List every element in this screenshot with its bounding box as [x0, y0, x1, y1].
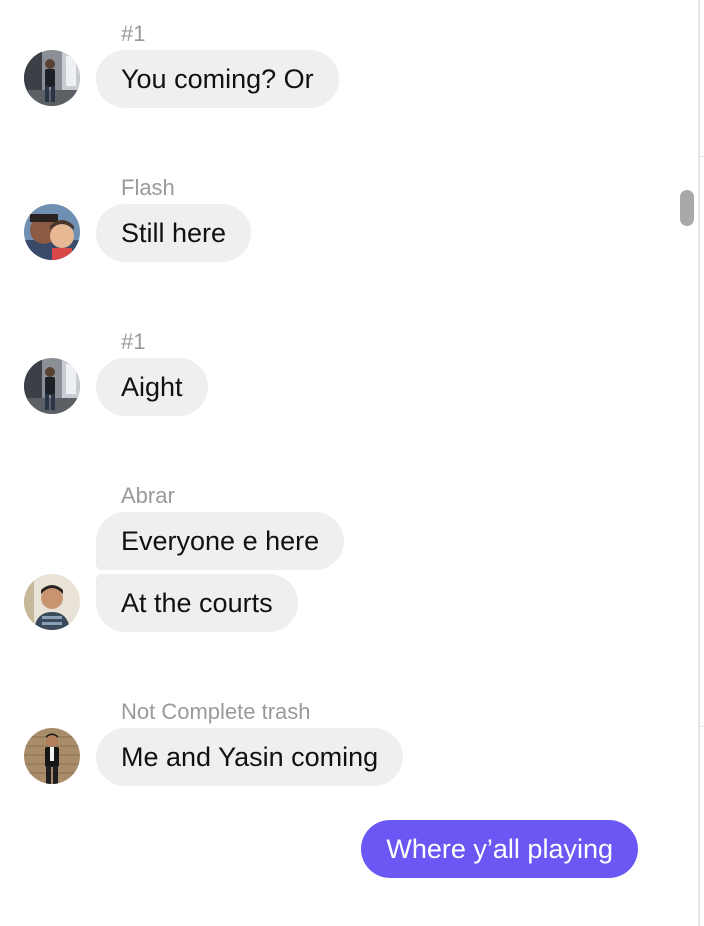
avatar[interactable]: [24, 728, 80, 784]
avatar[interactable]: [24, 50, 80, 106]
sender-name: #1: [121, 21, 146, 46]
divider-tick: [698, 156, 704, 157]
avatar[interactable]: [24, 358, 80, 414]
avatar[interactable]: [24, 204, 80, 260]
user-photo-1-icon: [24, 50, 80, 106]
chat-window: #1 You coming? Or Flash Still here #1 Ai…: [0, 0, 704, 926]
divider-tick: [698, 726, 704, 727]
message-bubble[interactable]: You coming? Or: [96, 50, 339, 108]
sender-name: #1: [121, 329, 146, 354]
pane-divider: [698, 0, 700, 926]
sender-name: Abrar: [121, 483, 175, 508]
message-bubble[interactable]: Still here: [96, 204, 252, 262]
message-bubble[interactable]: Everyone e here: [96, 512, 345, 570]
user-photo-abrar-icon: [24, 574, 80, 630]
user-photo-1-icon: [24, 358, 80, 414]
message-bubble[interactable]: Aight: [96, 358, 208, 416]
message-bubble[interactable]: Me and Yasin coming: [96, 728, 404, 786]
user-photo-flash-icon: [24, 204, 80, 260]
message-bubble[interactable]: At the courts: [96, 574, 298, 632]
sender-name: Flash: [121, 175, 175, 200]
sender-name: Not Complete trash: [121, 699, 311, 724]
outgoing-message-bubble[interactable]: Where y’all playing: [361, 820, 638, 878]
user-photo-not-complete-trash-icon: [24, 728, 80, 784]
scrollbar-thumb[interactable]: [680, 190, 694, 226]
avatar[interactable]: [24, 574, 80, 630]
